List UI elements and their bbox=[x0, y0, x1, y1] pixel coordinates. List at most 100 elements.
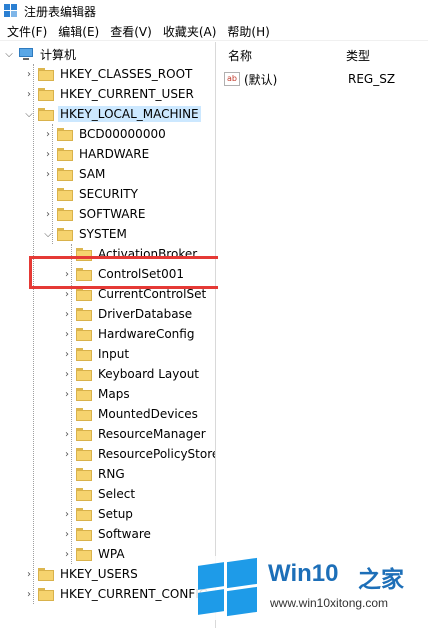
folder-icon bbox=[76, 387, 92, 401]
tree-item-label: Select bbox=[98, 487, 136, 501]
tree-item-security[interactable]: SECURITY bbox=[43, 184, 140, 204]
chevron-right-icon[interactable]: › bbox=[62, 309, 72, 320]
folder-icon bbox=[76, 427, 92, 441]
tree-item-select[interactable]: Select bbox=[62, 484, 137, 504]
tree-item-software-sys[interactable]: › Software bbox=[62, 524, 153, 544]
chevron-right-icon[interactable]: › bbox=[43, 209, 53, 220]
folder-icon bbox=[57, 127, 73, 141]
menu-help[interactable]: 帮助(H) bbox=[220, 23, 273, 40]
tree-item-hardware[interactable]: › HARDWARE bbox=[43, 144, 151, 164]
chevron-right-icon[interactable]: › bbox=[43, 169, 53, 180]
tree-item-hkcc[interactable]: › HKEY_CURRENT_CONFIG bbox=[24, 584, 210, 604]
watermark-brand: Win10 bbox=[268, 560, 339, 587]
chevron-right-icon[interactable]: › bbox=[62, 529, 72, 540]
value-type: REG_SZ bbox=[348, 72, 396, 86]
tree-item-system[interactable]: ⌵ SYSTEM bbox=[43, 224, 129, 244]
tree-item-input[interactable]: › Input bbox=[62, 344, 131, 364]
chevron-right-icon[interactable]: › bbox=[62, 549, 72, 560]
chevron-down-icon[interactable]: ⌵ bbox=[24, 109, 34, 120]
folder-icon bbox=[76, 347, 92, 361]
tree-item-wpa[interactable]: › WPA bbox=[62, 544, 127, 564]
chevron-right-icon[interactable]: › bbox=[62, 349, 72, 360]
watermark: Win10 之家 www.win10xitong.com bbox=[196, 556, 424, 620]
menu-edit[interactable]: 编辑(E) bbox=[51, 23, 103, 40]
tree-item-label: ResourceManager bbox=[98, 427, 206, 441]
column-header-name[interactable]: 名称 bbox=[228, 47, 252, 64]
tree-item-hkcu[interactable]: › HKEY_CURRENT_USER bbox=[24, 84, 196, 104]
folder-icon bbox=[76, 407, 92, 421]
tree-item-rng[interactable]: RNG bbox=[62, 464, 127, 484]
tree-item-driverdatabase[interactable]: › DriverDatabase bbox=[62, 304, 194, 324]
tree-item-label: SOFTWARE bbox=[79, 207, 146, 221]
chevron-right-icon[interactable]: › bbox=[43, 149, 53, 160]
menu-view[interactable]: 查看(V) bbox=[103, 23, 156, 40]
menu-favorites[interactable]: 收藏夹(A) bbox=[156, 23, 221, 40]
tree-item-label: Maps bbox=[98, 387, 130, 401]
chevron-down-icon[interactable]: ⌵ bbox=[4, 49, 14, 60]
chevron-right-icon[interactable]: › bbox=[62, 389, 72, 400]
tree-item-resourcemanager[interactable]: › ResourceManager bbox=[62, 424, 208, 444]
chevron-right-icon[interactable]: › bbox=[62, 509, 72, 520]
chevron-right-icon[interactable]: › bbox=[24, 69, 34, 80]
window-title: 注册表编辑器 bbox=[24, 4, 97, 19]
tree-item-label: DriverDatabase bbox=[98, 307, 193, 321]
tree-item-software[interactable]: › SOFTWARE bbox=[43, 204, 147, 224]
tree-item-hkcr[interactable]: › HKEY_CLASSES_ROOT bbox=[24, 64, 194, 84]
menu-file[interactable]: 文件(F) bbox=[0, 23, 51, 40]
tree-item-sam[interactable]: › SAM bbox=[43, 164, 107, 184]
tree-item-label: HARDWARE bbox=[79, 147, 150, 161]
folder-icon bbox=[76, 487, 92, 501]
tree-item-setup[interactable]: › Setup bbox=[62, 504, 135, 524]
watermark-brand-suffix: 之家 bbox=[358, 567, 404, 593]
tree-item-label: Keyboard Layout bbox=[98, 367, 200, 381]
tree-item-computer[interactable]: ⌵ 计算机 bbox=[4, 44, 78, 64]
tree-item-label: ResourcePolicyStore bbox=[98, 447, 216, 461]
folder-icon bbox=[76, 467, 92, 481]
folder-open-icon bbox=[57, 227, 73, 241]
chevron-right-icon[interactable]: › bbox=[62, 289, 72, 300]
folder-icon bbox=[76, 287, 92, 301]
folder-icon bbox=[38, 67, 54, 81]
chevron-right-icon[interactable]: › bbox=[62, 369, 72, 380]
folder-icon bbox=[38, 87, 54, 101]
tree-item-hklm[interactable]: ⌵ HKEY_LOCAL_MACHINE bbox=[24, 104, 201, 124]
folder-icon bbox=[76, 307, 92, 321]
folder-icon bbox=[38, 587, 54, 601]
chevron-right-icon[interactable]: › bbox=[24, 589, 34, 600]
values-pane[interactable]: 名称 类型 ab (默认) REG_SZ bbox=[218, 42, 428, 628]
tree-item-label: SYSTEM bbox=[79, 227, 127, 241]
chevron-right-icon[interactable]: › bbox=[62, 329, 72, 340]
tree-item-label: HKEY_CURRENT_USER bbox=[60, 87, 194, 101]
tree-item-label: HKEY_USERS bbox=[60, 567, 138, 581]
tree-item-bcd[interactable]: › BCD00000000 bbox=[43, 124, 168, 144]
tree-item-maps[interactable]: › Maps bbox=[62, 384, 132, 404]
tree-item-keyboard-layout[interactable]: › Keyboard Layout bbox=[62, 364, 201, 384]
tree-item-mounteddevices[interactable]: MountedDevices bbox=[62, 404, 200, 424]
column-headers: 名称 类型 bbox=[218, 42, 428, 64]
folder-icon bbox=[57, 187, 73, 201]
tree-item-label: RNG bbox=[98, 467, 125, 481]
chevron-right-icon[interactable]: › bbox=[62, 449, 72, 460]
chevron-right-icon[interactable]: › bbox=[62, 429, 72, 440]
registry-tree[interactable]: ⌵ 计算机 › HKEY_CLASSES_ROOT › HKEY_CURRENT… bbox=[0, 42, 216, 628]
folder-icon bbox=[76, 327, 92, 341]
tree-item-hku[interactable]: › HKEY_USERS bbox=[24, 564, 140, 584]
tree-item-label: 计算机 bbox=[40, 47, 77, 62]
chevron-right-icon[interactable]: › bbox=[43, 129, 53, 140]
chevron-down-icon[interactable]: ⌵ bbox=[43, 229, 53, 240]
windows-logo-icon bbox=[198, 557, 258, 617]
tree-item-label: MountedDevices bbox=[98, 407, 198, 421]
folder-icon bbox=[76, 527, 92, 541]
tree-item-resourcepolicystore[interactable]: › ResourcePolicyStore bbox=[62, 444, 216, 464]
folder-icon bbox=[57, 207, 73, 221]
chevron-right-icon[interactable]: › bbox=[24, 89, 34, 100]
tree-item-hardwareconfig[interactable]: › HardwareConfig bbox=[62, 324, 196, 344]
folder-icon bbox=[76, 507, 92, 521]
chevron-right-icon[interactable]: › bbox=[24, 569, 34, 580]
value-row[interactable]: ab (默认) bbox=[224, 70, 277, 88]
regedit-icon bbox=[4, 4, 18, 18]
value-name: (默认) bbox=[244, 72, 278, 87]
folder-icon bbox=[57, 147, 73, 161]
tree-item-label: Setup bbox=[98, 507, 133, 521]
column-header-type[interactable]: 类型 bbox=[346, 47, 370, 64]
